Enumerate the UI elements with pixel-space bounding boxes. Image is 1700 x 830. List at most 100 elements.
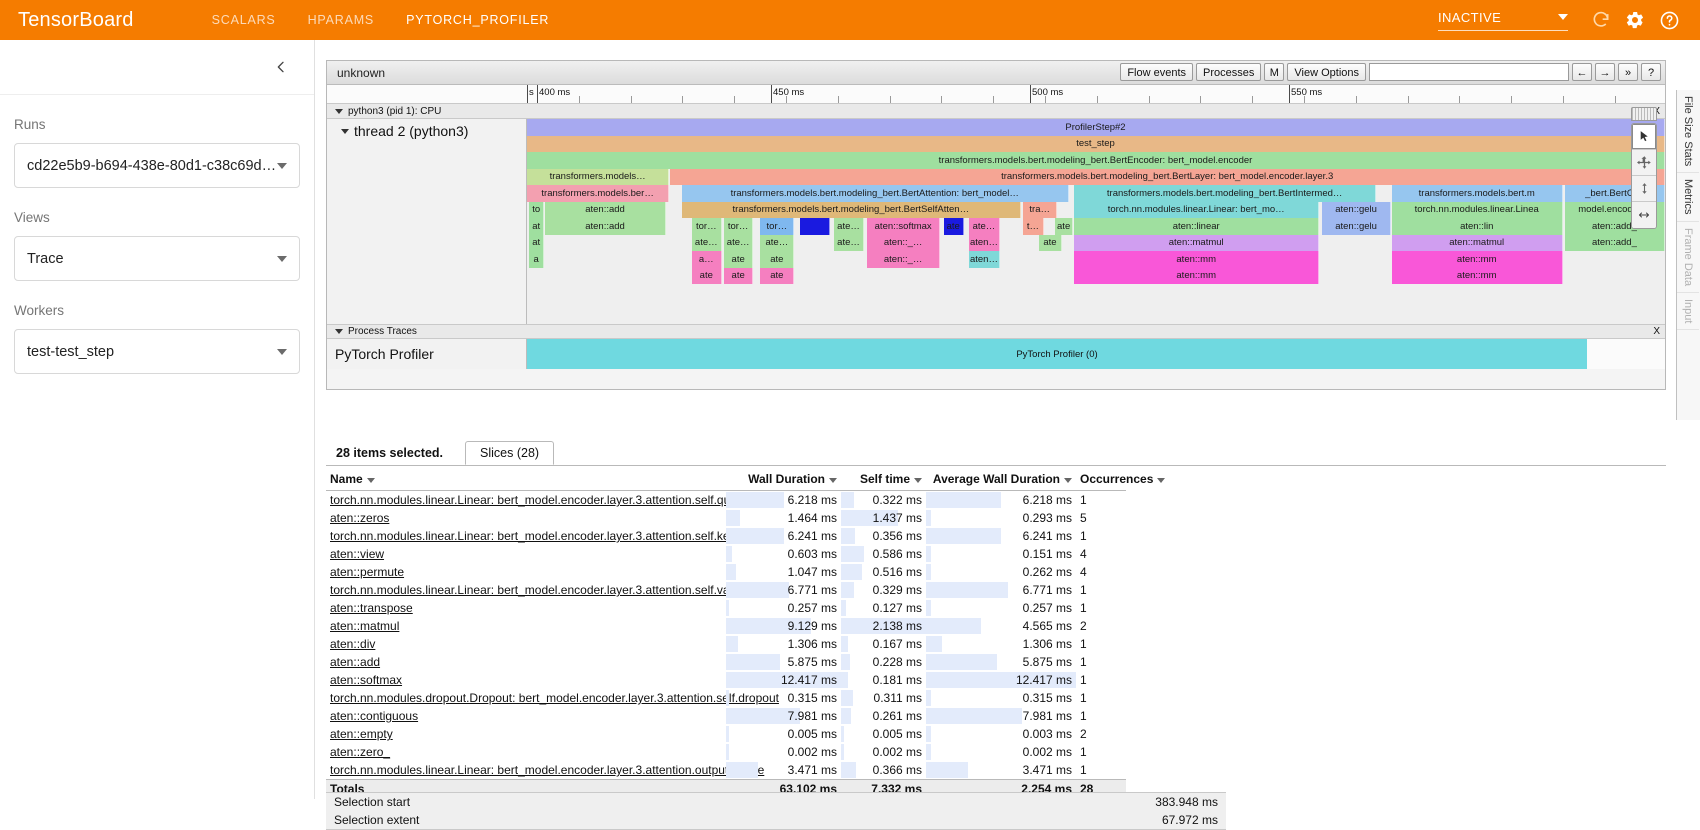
flame-block[interactable]: transformers.models.bert.modeling_bert.B…: [681, 185, 1069, 202]
flame-block[interactable]: to: [529, 201, 545, 218]
cell-name[interactable]: torch.nn.modules.linear.Linear: bert_mod…: [326, 491, 747, 510]
nav-tab-hparams[interactable]: HPARAMS: [292, 0, 391, 40]
flame-block[interactable]: tor…: [692, 218, 722, 235]
run-status-dropdown[interactable]: INACTIVE: [1438, 10, 1568, 31]
chevron-left-icon[interactable]: [270, 56, 292, 78]
flame-block[interactable]: at: [529, 218, 545, 235]
flame-block[interactable]: ate…: [834, 234, 864, 251]
thread-track-label[interactable]: thread 2 (python3): [327, 119, 526, 139]
cell-name[interactable]: aten::empty: [326, 725, 726, 743]
cell-name[interactable]: aten::view: [326, 545, 726, 563]
help-circle-icon[interactable]: [1652, 3, 1686, 37]
table-row[interactable]: aten::add 5.875 ms 0.228 ms 5.875 ms 1: [326, 653, 1126, 671]
cell-name[interactable]: aten::zero_: [326, 743, 726, 761]
column-header-name[interactable]: Name: [326, 468, 726, 491]
processes-button[interactable]: Processes: [1196, 63, 1262, 81]
flame-block[interactable]: tor…: [760, 218, 795, 235]
trace-help-button[interactable]: ?: [1641, 63, 1661, 81]
flame-block[interactable]: transformers.models…: [527, 168, 670, 185]
process-trace-track[interactable]: PyTorch Profiler (0): [527, 339, 1665, 369]
flame-block[interactable]: ate…: [968, 218, 1001, 235]
flame-block[interactable]: transformers.models.bert.m: [1391, 185, 1563, 202]
flame-block[interactable]: ate…: [834, 218, 864, 235]
flame-block[interactable]: t…: [1023, 218, 1044, 235]
column-header-occurrences[interactable]: Occurrences: [1076, 468, 1166, 491]
column-header-wall-duration[interactable]: Wall Duration: [726, 468, 841, 491]
horizontal-zoom-icon[interactable]: [1632, 202, 1656, 228]
flame-block[interactable]: aten…: [968, 251, 1001, 268]
flame-block[interactable]: aten::_…: [867, 251, 941, 268]
flame-block[interactable]: aten::linear: [1074, 218, 1320, 235]
process-group-row[interactable]: python3 (pid 1): CPU X: [327, 104, 1665, 119]
flame-block[interactable]: aten::mm: [1391, 267, 1563, 284]
flame-block[interactable]: aten::_…: [867, 234, 941, 251]
flame-block[interactable]: ate: [760, 251, 795, 268]
table-row[interactable]: aten::matmul 9.129 ms 2.138 ms 4.565 ms 2: [326, 617, 1126, 635]
tab-slices[interactable]: Slices (28): [465, 441, 555, 465]
vtab-metrics[interactable]: Metrics: [1677, 173, 1699, 222]
column-header-self-time[interactable]: Self time: [841, 468, 926, 491]
table-row[interactable]: aten::transpose 0.257 ms 0.127 ms 0.257 ms 1: [326, 599, 1126, 617]
flame-block[interactable]: aten::add_: [1564, 234, 1665, 251]
flame-block[interactable]: ate…: [692, 234, 722, 251]
process-trace-bar[interactable]: PyTorch Profiler (0): [527, 339, 1587, 369]
cell-name[interactable]: aten::permute: [326, 563, 726, 581]
search-prev-button[interactable]: ←: [1572, 63, 1592, 81]
flame-block[interactable]: aten::matmul: [1391, 234, 1563, 251]
vtab-input[interactable]: Input: [1677, 293, 1699, 331]
flame-block[interactable]: a…: [692, 251, 722, 268]
cell-name[interactable]: torch.nn.modules.linear.Linear: bert_mod…: [326, 761, 764, 780]
process-traces-header[interactable]: Process Traces X: [327, 324, 1665, 339]
table-row[interactable]: torch.nn.modules.linear.Linear: bert_mod…: [326, 761, 1126, 780]
flame-block[interactable]: a: [529, 251, 545, 268]
pan-tool-icon[interactable]: [1632, 150, 1656, 176]
flame-block[interactable]: transformers.models.bert.modeling_bert.B…: [670, 168, 1665, 185]
flame-block[interactable]: ate…: [760, 234, 795, 251]
flame-block[interactable]: ate: [692, 267, 722, 284]
workers-select[interactable]: test-test_step: [14, 329, 300, 374]
table-row[interactable]: aten::zeros 1.464 ms 1.437 ms 0.293 ms 5: [326, 509, 1126, 527]
flame-block[interactable]: aten::gelu: [1322, 201, 1391, 218]
flame-block[interactable]: ate…: [723, 234, 754, 251]
flame-block[interactable]: transformers.models.bert.modeling_bert.B…: [527, 152, 1665, 169]
table-row[interactable]: aten::div 1.306 ms 0.167 ms 1.306 ms 1: [326, 635, 1126, 653]
flame-block[interactable]: aten::matmul: [1074, 234, 1320, 251]
flame-block[interactable]: ProfilerStep#2: [527, 119, 1665, 136]
nav-tab-pytorch-profiler[interactable]: PYTORCH_PROFILER: [390, 0, 565, 40]
table-row[interactable]: aten::empty 0.005 ms 0.005 ms 0.003 ms 2: [326, 725, 1126, 743]
pointer-tool-icon[interactable]: [1632, 124, 1656, 150]
table-row[interactable]: torch.nn.modules.linear.Linear: bert_mod…: [326, 491, 1126, 510]
vtab-file-size-stats[interactable]: File Size Stats: [1677, 90, 1699, 174]
flame-block[interactable]: ate: [723, 251, 754, 268]
cell-name[interactable]: aten::zeros: [326, 509, 726, 527]
flame-block[interactable]: aten::softmax: [867, 218, 941, 235]
refresh-icon[interactable]: [1584, 3, 1618, 37]
runs-select[interactable]: cd22e5b9-b694-438e-80d1-c38c69d…: [14, 143, 300, 188]
settings-gear-icon[interactable]: [1618, 3, 1652, 37]
flame-block[interactable]: [800, 218, 830, 235]
flame-block[interactable]: ate: [943, 218, 964, 235]
flame-block[interactable]: ate: [1039, 234, 1062, 251]
flame-block[interactable]: transformers.models.bert.modeling_bert.B…: [1074, 185, 1376, 202]
search-next-button[interactable]: →: [1595, 63, 1615, 81]
table-row[interactable]: aten::zero_ 0.002 ms 0.002 ms 0.002 ms 1: [326, 743, 1126, 761]
nav-controls-drag-handle[interactable]: [1631, 107, 1657, 121]
cell-name[interactable]: torch.nn.modules.dropout.Dropout: bert_m…: [326, 689, 779, 707]
flame-block[interactable]: aten::mm: [1074, 251, 1320, 268]
table-row[interactable]: aten::view 0.603 ms 0.586 ms 0.151 ms 4: [326, 545, 1126, 563]
flame-block[interactable]: at: [529, 234, 545, 251]
flame-block[interactable]: tor…: [723, 218, 754, 235]
flow-events-button[interactable]: Flow events: [1120, 63, 1194, 81]
cell-name[interactable]: aten::add: [326, 653, 726, 671]
cell-name[interactable]: aten::matmul: [326, 617, 726, 635]
trace-search-input[interactable]: [1369, 63, 1569, 81]
close-icon[interactable]: X: [1653, 326, 1660, 337]
table-row[interactable]: torch.nn.modules.linear.Linear: bert_mod…: [326, 581, 1126, 599]
view-options-button[interactable]: View Options: [1287, 63, 1366, 81]
views-select[interactable]: Trace: [14, 236, 300, 281]
flame-block[interactable]: transformers.models.ber…: [527, 185, 670, 202]
flame-block[interactable]: torch.nn.modules.linear.Linea: [1391, 201, 1563, 218]
vertical-zoom-icon[interactable]: [1632, 176, 1656, 202]
table-row[interactable]: aten::contiguous 7.981 ms 0.261 ms 7.981 ms…: [326, 707, 1126, 725]
flame-block[interactable]: aten…: [968, 234, 1001, 251]
